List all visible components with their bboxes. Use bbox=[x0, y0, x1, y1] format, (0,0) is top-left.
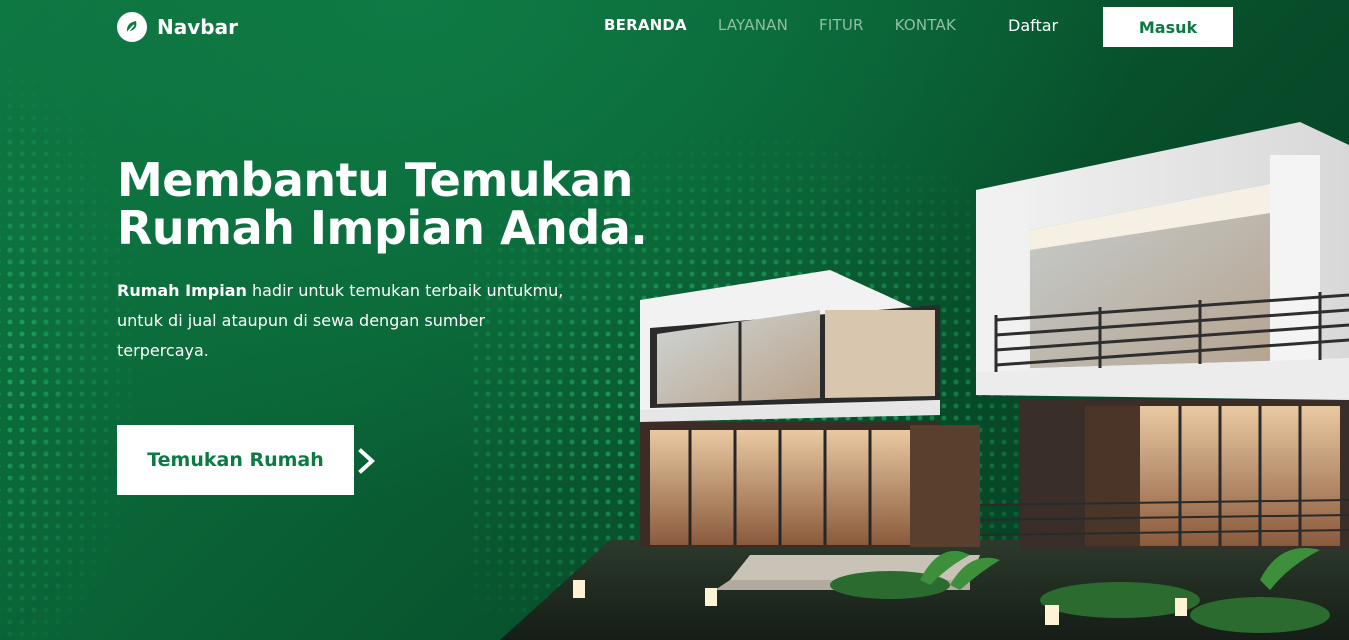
nav-link-kontak[interactable]: KONTAK bbox=[895, 16, 956, 34]
nav-link-layanan[interactable]: LAYANAN bbox=[718, 16, 788, 34]
hero-headline-line1: Membantu Temukan bbox=[117, 153, 633, 207]
hero-description-bold: Rumah Impian bbox=[117, 281, 247, 300]
chevron-right-icon[interactable] bbox=[357, 448, 377, 478]
daftar-link[interactable]: Daftar bbox=[1008, 16, 1058, 35]
temukan-rumah-button[interactable]: Temukan Rumah bbox=[117, 425, 354, 495]
hero-section: Navbar BERANDA LAYANAN FITUR KONTAK Daft… bbox=[0, 0, 1349, 640]
nav-menu: BERANDA LAYANAN FITUR KONTAK bbox=[604, 16, 956, 34]
brand-logo[interactable]: Navbar bbox=[117, 12, 238, 42]
masuk-button[interactable]: Masuk bbox=[1103, 7, 1233, 47]
nav-link-fitur[interactable]: FITUR bbox=[819, 16, 864, 34]
hero-description: Rumah Impian hadir untuk temukan terbaik… bbox=[117, 276, 577, 366]
hero-headline: Membantu Temukan Rumah Impian Anda. bbox=[117, 156, 677, 252]
nav-link-beranda[interactable]: BERANDA bbox=[604, 16, 687, 34]
hero-headline-line2: Rumah Impian Anda. bbox=[117, 201, 648, 255]
leaf-logo-icon bbox=[117, 12, 147, 42]
navbar: Navbar BERANDA LAYANAN FITUR KONTAK Daft… bbox=[0, 0, 1349, 52]
brand-name: Navbar bbox=[157, 15, 238, 39]
